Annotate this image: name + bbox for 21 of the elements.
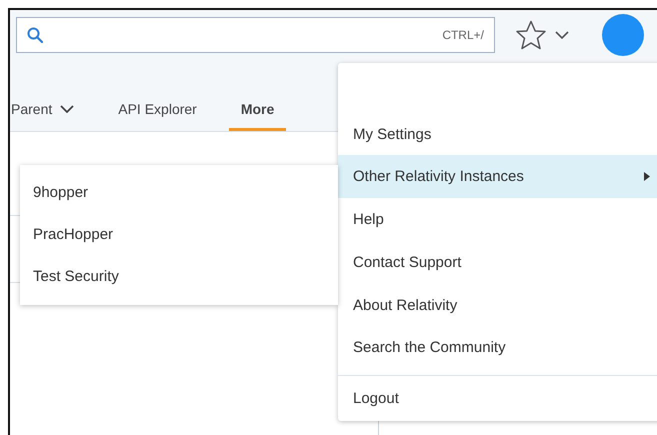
- chevron-down-icon: [60, 104, 74, 112]
- chevron-down-icon: [555, 31, 569, 39]
- menu-item[interactable]: Test Security: [20, 255, 338, 297]
- menu-item[interactable]: 9hopper: [20, 171, 338, 213]
- menu-item[interactable]: My Settings: [338, 112, 657, 156]
- nav-tab[interactable]: Parent: [11, 89, 86, 131]
- menu-item[interactable]: Help: [338, 198, 657, 241]
- menu-item[interactable]: Other Relativity Instances: [338, 155, 657, 198]
- menu-item[interactable]: PracHopper: [20, 213, 338, 255]
- submenu-arrow-icon: [644, 172, 650, 182]
- menu-item[interactable]: Search the Community: [338, 326, 657, 370]
- search-icon: [27, 27, 43, 43]
- avatar-button[interactable]: [602, 14, 644, 56]
- favorites-button[interactable]: [515, 20, 569, 50]
- menu-item[interactable]: Logout: [338, 376, 657, 421]
- search-field[interactable]: CTRL+/: [16, 17, 495, 53]
- menu-item[interactable]: Contact Support: [338, 240, 657, 284]
- shortcut-hint: CTRL+/: [442, 28, 484, 42]
- star-icon: [515, 20, 547, 50]
- nav-tab[interactable]: API Explorer: [106, 89, 209, 131]
- menu-item[interactable]: About Relativity: [338, 284, 657, 326]
